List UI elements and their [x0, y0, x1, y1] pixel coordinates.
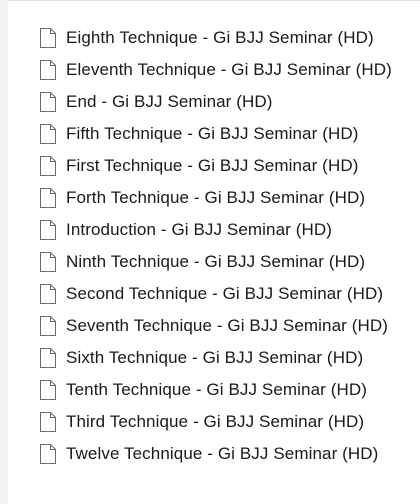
file-item[interactable]: Twelve Technique - Gi BJJ Seminar (HD) [39, 438, 392, 470]
file-name: Twelve Technique - Gi BJJ Seminar (HD) [66, 444, 379, 463]
file-item[interactable]: Third Technique - Gi BJJ Seminar (HD) [39, 406, 392, 438]
document-icon [39, 283, 57, 305]
document-icon [39, 187, 57, 209]
file-name: Eleventh Technique - Gi BJJ Seminar (HD) [66, 60, 392, 79]
document-icon [39, 443, 57, 465]
file-item[interactable]: First Technique - Gi BJJ Seminar (HD) [39, 150, 392, 182]
file-item[interactable]: End - Gi BJJ Seminar (HD) [39, 86, 392, 118]
file-name: First Technique - Gi BJJ Seminar (HD) [66, 156, 359, 175]
document-icon [39, 59, 57, 81]
file-name: Ninth Technique - Gi BJJ Seminar (HD) [66, 252, 366, 271]
file-item[interactable]: Seventh Technique - Gi BJJ Seminar (HD) [39, 310, 392, 342]
file-item[interactable]: Eleventh Technique - Gi BJJ Seminar (HD) [39, 54, 392, 86]
document-icon [39, 219, 57, 241]
document-icon [39, 27, 57, 49]
document-icon [39, 379, 57, 401]
file-name: End - Gi BJJ Seminar (HD) [66, 92, 273, 111]
file-item[interactable]: Eighth Technique - Gi BJJ Seminar (HD) [39, 22, 392, 54]
file-name: Fifth Technique - Gi BJJ Seminar (HD) [66, 124, 359, 143]
file-item[interactable]: Second Technique - Gi BJJ Seminar (HD) [39, 278, 392, 310]
file-name: Second Technique - Gi BJJ Seminar (HD) [66, 284, 384, 303]
document-icon [39, 347, 57, 369]
file-list: Eighth Technique - Gi BJJ Seminar (HD) E… [39, 22, 392, 470]
file-list-pane: Eighth Technique - Gi BJJ Seminar (HD) E… [8, 0, 420, 504]
file-name: Eighth Technique - Gi BJJ Seminar (HD) [66, 28, 374, 47]
document-icon [39, 123, 57, 145]
file-item[interactable]: Sixth Technique - Gi BJJ Seminar (HD) [39, 342, 392, 374]
document-icon [39, 411, 57, 433]
file-name: Tenth Technique - Gi BJJ Seminar (HD) [66, 380, 368, 399]
document-icon [39, 91, 57, 113]
file-item[interactable]: Forth Technique - Gi BJJ Seminar (HD) [39, 182, 392, 214]
file-name: Forth Technique - Gi BJJ Seminar (HD) [66, 188, 366, 207]
file-name: Third Technique - Gi BJJ Seminar (HD) [66, 412, 365, 431]
document-icon [39, 251, 57, 273]
file-item[interactable]: Fifth Technique - Gi BJJ Seminar (HD) [39, 118, 392, 150]
file-name: Introduction - Gi BJJ Seminar (HD) [66, 220, 333, 239]
file-item[interactable]: Tenth Technique - Gi BJJ Seminar (HD) [39, 374, 392, 406]
file-item[interactable]: Introduction - Gi BJJ Seminar (HD) [39, 214, 392, 246]
document-icon [39, 315, 57, 337]
file-name: Seventh Technique - Gi BJJ Seminar (HD) [66, 316, 388, 335]
file-name: Sixth Technique - Gi BJJ Seminar (HD) [66, 348, 364, 367]
file-item[interactable]: Ninth Technique - Gi BJJ Seminar (HD) [39, 246, 392, 278]
document-icon [39, 155, 57, 177]
